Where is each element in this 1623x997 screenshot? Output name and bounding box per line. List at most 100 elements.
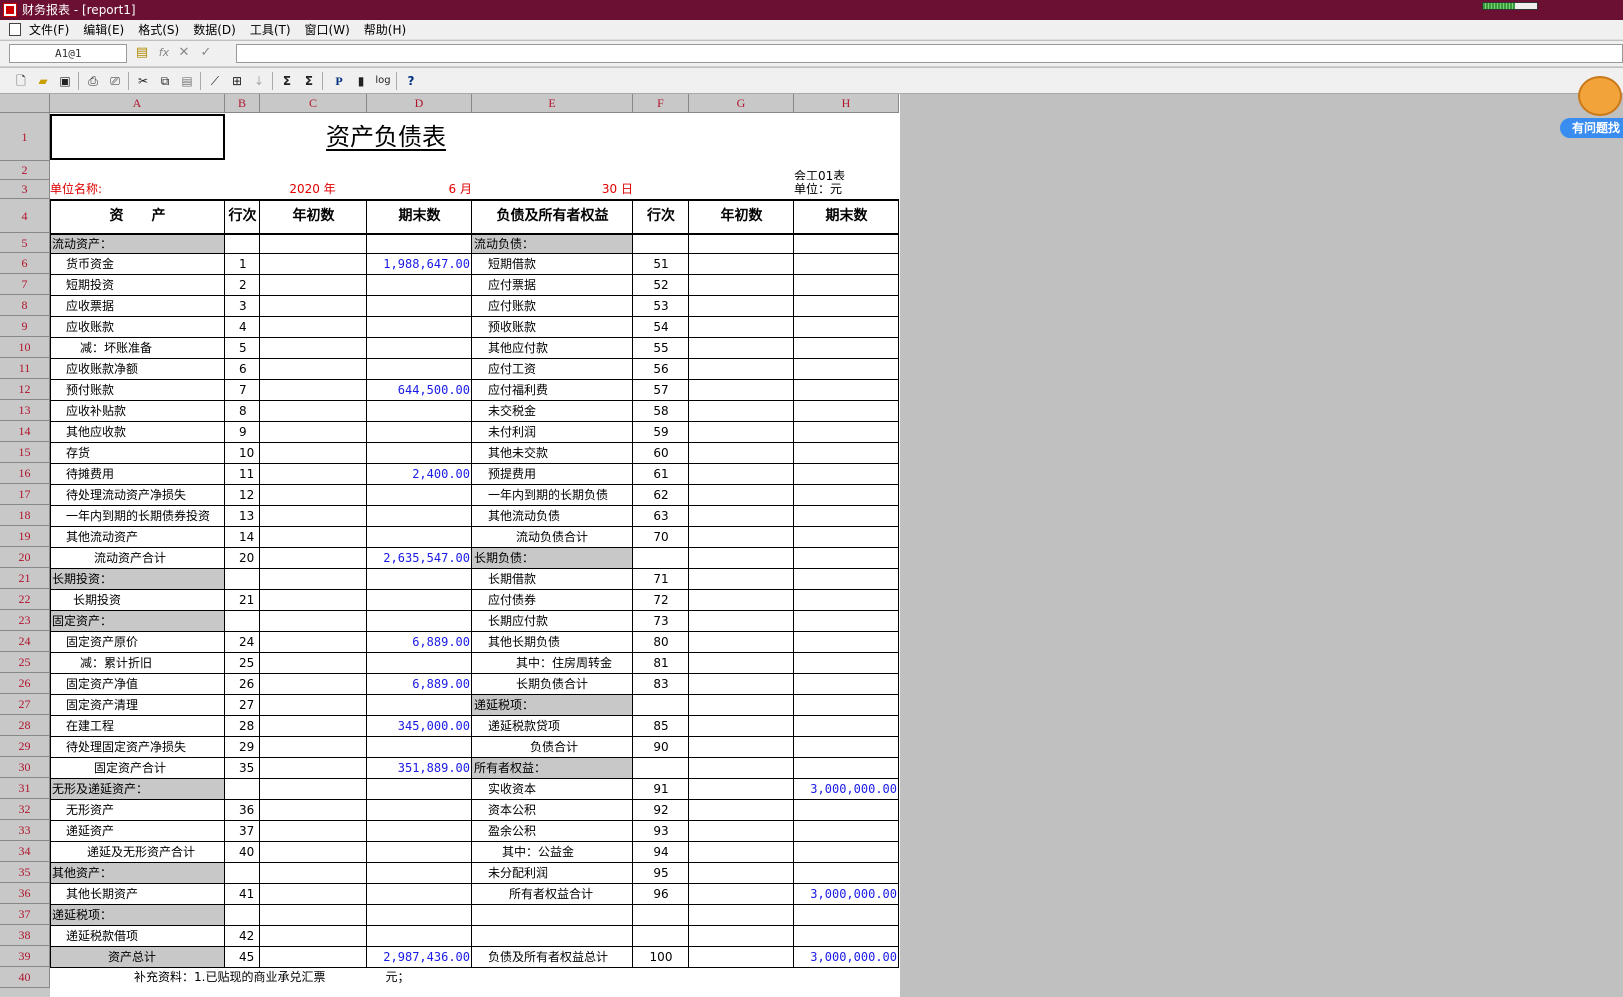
liability-line-no (633, 757, 689, 778)
row-header[interactable]: 18 (0, 505, 50, 526)
row-header[interactable]: 2 (0, 161, 50, 180)
unit-name-label: 单位名称: (50, 182, 103, 196)
liability-line-no: 92 (653, 803, 669, 817)
row-header[interactable]: 25 (0, 652, 50, 673)
print-preview-icon[interactable]: ⎙ (84, 72, 102, 90)
asset-end-value: 644,500.00 (397, 383, 470, 397)
row-header[interactable]: 6 (0, 253, 50, 274)
sum-icon[interactable]: Σ (278, 72, 296, 90)
row-header[interactable]: 40 (0, 967, 50, 988)
document-icon[interactable] (9, 23, 21, 36)
column-header[interactable]: H (794, 94, 899, 113)
menu-edit[interactable]: 编辑(E) (83, 21, 124, 38)
confirm-icon[interactable]: ✓ (198, 45, 214, 61)
row-header[interactable]: 3 (0, 180, 50, 199)
liability-end-value: 3,000,000.00 (810, 950, 897, 964)
asset-end-value (367, 358, 470, 379)
column-header[interactable]: G (689, 94, 794, 113)
row-header[interactable]: 36 (0, 883, 50, 904)
asset-line-no: 6 (239, 362, 247, 376)
asset-end-value (367, 694, 470, 715)
menu-window[interactable]: 窗口(W) (305, 21, 350, 38)
asset-end-value (367, 652, 470, 673)
new-file-icon[interactable]: 🗋 (12, 72, 30, 90)
liability-item-label: 长期负债合计 (516, 677, 589, 691)
formula-input[interactable] (236, 44, 1623, 63)
row-header[interactable]: 4 (0, 199, 50, 233)
context-help-icon[interactable]: ? (402, 72, 420, 90)
menu-format[interactable]: 格式(S) (138, 21, 179, 38)
print-icon[interactable]: ⎚ (106, 72, 124, 90)
liability-line-no: 72 (653, 593, 669, 607)
column-header[interactable]: C (260, 94, 367, 113)
row-header[interactable]: 24 (0, 631, 50, 652)
row-header[interactable]: 8 (0, 295, 50, 316)
log-icon[interactable]: log (372, 72, 394, 90)
row-header[interactable]: 15 (0, 442, 50, 463)
column-header[interactable]: E (472, 94, 633, 113)
row-header[interactable]: 27 (0, 694, 50, 715)
row-header[interactable]: 7 (0, 274, 50, 295)
liability-item-label: 实收资本 (488, 782, 537, 796)
row-header[interactable]: 32 (0, 799, 50, 820)
row-header[interactable]: 26 (0, 673, 50, 694)
column-header[interactable]: A (50, 94, 225, 113)
row-header[interactable]: 22 (0, 589, 50, 610)
column-header[interactable]: D (367, 94, 472, 113)
row-header[interactable]: 13 (0, 400, 50, 421)
insert-cells-icon[interactable]: ⊞ (228, 72, 246, 90)
row-header[interactable]: 37 (0, 904, 50, 925)
row-header[interactable]: 34 (0, 841, 50, 862)
row-header[interactable]: 23 (0, 610, 50, 631)
sum-column-icon[interactable]: Σ (300, 72, 318, 90)
menu-file[interactable]: 文件(F) (29, 21, 69, 38)
row-header[interactable]: 10 (0, 337, 50, 358)
row-header[interactable]: 28 (0, 715, 50, 736)
select-all-corner[interactable] (0, 94, 50, 113)
cancel-icon[interactable]: ✕ (176, 45, 192, 61)
menu-data[interactable]: 数据(D) (193, 21, 236, 38)
row-header[interactable]: 38 (0, 925, 50, 946)
asset-line-no: 42 (239, 929, 255, 943)
help-button[interactable]: 有问题找 (1560, 118, 1623, 138)
row-header[interactable]: 29 (0, 736, 50, 757)
column-header[interactable]: F (633, 94, 689, 113)
fx-icon[interactable]: fx (156, 45, 172, 61)
row-header[interactable]: 16 (0, 463, 50, 484)
row-header[interactable]: 31 (0, 778, 50, 799)
toolbar-separator (272, 72, 273, 90)
save-icon[interactable]: ▣ (56, 72, 74, 90)
asset-end-value (367, 295, 470, 316)
liability-item-label: 预提费用 (488, 467, 537, 481)
menu-help[interactable]: 帮助(H) (364, 21, 406, 38)
open-folder-icon[interactable]: ▰ (34, 72, 52, 90)
format-p-icon[interactable]: P (330, 72, 348, 90)
column-header[interactable]: B (225, 94, 260, 113)
row-header[interactable]: 19 (0, 526, 50, 547)
calculator-icon[interactable]: ▤ (134, 45, 150, 61)
select-icon[interactable]: ▮ (352, 72, 370, 90)
chart-icon[interactable]: ⟋ (206, 72, 224, 90)
row-header[interactable]: 30 (0, 757, 50, 778)
row-header[interactable]: 9 (0, 316, 50, 337)
row-header[interactable]: 17 (0, 484, 50, 505)
row-header[interactable]: 20 (0, 547, 50, 568)
menu-tools[interactable]: 工具(T) (250, 21, 291, 38)
row-header[interactable]: 21 (0, 568, 50, 589)
sort-icon[interactable]: ↓ (250, 72, 268, 90)
row-header[interactable]: 5 (0, 233, 50, 253)
cut-icon[interactable]: ✂ (134, 72, 152, 90)
asset-end-value (367, 799, 470, 820)
row-header[interactable]: 39 (0, 946, 50, 967)
assistant-widget[interactable]: 有问题找 (1560, 72, 1623, 144)
paste-icon[interactable]: ▤ (178, 72, 196, 90)
selected-cell-a1[interactable] (50, 114, 225, 160)
row-header[interactable]: 11 (0, 358, 50, 379)
row-header[interactable]: 1 (0, 113, 50, 161)
copy-icon[interactable]: ⧉ (156, 72, 174, 90)
row-header[interactable]: 12 (0, 379, 50, 400)
cell-reference-box[interactable]: A1@1 (9, 44, 127, 63)
row-header[interactable]: 35 (0, 862, 50, 883)
row-header[interactable]: 14 (0, 421, 50, 442)
row-header[interactable]: 33 (0, 820, 50, 841)
